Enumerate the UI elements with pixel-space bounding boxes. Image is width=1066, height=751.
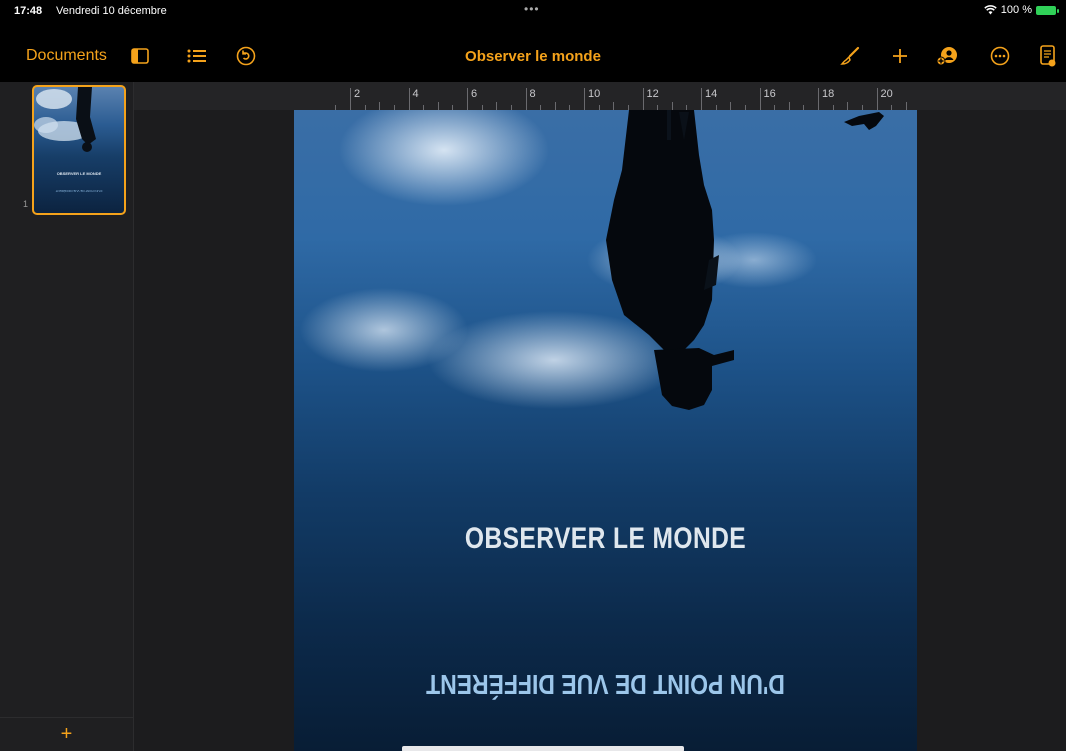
undo-icon bbox=[236, 46, 256, 66]
page-title[interactable]: OBSERVER LE MONDE bbox=[350, 522, 861, 556]
document-canvas: OBSERVER LE MONDE D'UN POINT DE VUE DIFF… bbox=[134, 110, 1066, 751]
toolbar: Observer le monde Documents bbox=[0, 30, 1066, 82]
ruler-tick bbox=[584, 88, 585, 110]
ruler-tick bbox=[467, 88, 468, 110]
ruler-tick bbox=[525, 88, 527, 110]
ruler-tick bbox=[788, 102, 790, 110]
ruler-tick bbox=[642, 88, 644, 110]
thumbnail-title: OBSERVER LE MONDE bbox=[56, 171, 102, 176]
ruler-tick bbox=[379, 102, 381, 110]
ruler-label: 18 bbox=[822, 88, 835, 100]
ruler-tick bbox=[730, 102, 732, 110]
page-number: 1 bbox=[23, 199, 29, 209]
more-button[interactable] bbox=[985, 30, 1015, 82]
ruler-label: 14 bbox=[705, 88, 718, 100]
ruler-tick bbox=[759, 88, 761, 110]
documents-button[interactable]: Documents bbox=[26, 30, 107, 82]
multitasking-dots[interactable]: ••• bbox=[524, 2, 540, 16]
list-icon bbox=[187, 49, 206, 63]
ruler-tick bbox=[408, 88, 410, 110]
ruler-label: 8 bbox=[529, 88, 536, 100]
battery-percent: 100 % bbox=[1000, 4, 1032, 16]
ruler-tick bbox=[876, 88, 878, 110]
add-page-button[interactable]: + bbox=[0, 717, 133, 751]
page-subtitle-mirrored[interactable]: D'UN POINT DE VUE DIFFÉRENT bbox=[350, 668, 861, 700]
document-setup-button[interactable] bbox=[1033, 30, 1063, 82]
document-title[interactable]: Observer le monde bbox=[465, 48, 601, 65]
ruler-tick bbox=[350, 88, 351, 110]
ruler-tick bbox=[905, 102, 907, 110]
ruler-label: 2 bbox=[354, 88, 361, 100]
format-button[interactable] bbox=[835, 30, 865, 82]
ruler-label: 16 bbox=[763, 88, 776, 100]
sidebar-icon bbox=[131, 48, 149, 64]
ruler-tick bbox=[437, 102, 439, 110]
wifi-icon bbox=[984, 5, 997, 15]
page-thumbnail[interactable]: OBSERVER LE MONDE D'UN POINT DE VUE DIFF… bbox=[32, 85, 126, 215]
ruler-label: 10 bbox=[588, 88, 601, 100]
ruler-tick bbox=[847, 102, 849, 110]
paintbrush-icon bbox=[840, 46, 860, 65]
outline-button[interactable] bbox=[182, 30, 212, 82]
page-thumbnails-sidebar: OBSERVER LE MONDE D'UN POINT DE VUE DIFF… bbox=[0, 82, 134, 751]
status-bar: 17:48 Vendredi 10 décembre ••• 100 % bbox=[0, 0, 1066, 30]
insert-button[interactable] bbox=[885, 30, 915, 82]
ruler-tick bbox=[613, 102, 615, 110]
horizontal-ruler[interactable]: 2 4 6 8 10 12 14 16 18 20 bbox=[134, 82, 1066, 111]
home-indicator bbox=[402, 746, 684, 751]
ruler-tick bbox=[818, 88, 819, 110]
status-date: Vendredi 10 décembre bbox=[56, 5, 167, 17]
document-page[interactable]: OBSERVER LE MONDE D'UN POINT DE VUE DIFF… bbox=[294, 110, 917, 751]
ruler-label: 12 bbox=[646, 88, 659, 100]
reflected-person-image bbox=[606, 110, 884, 410]
ruler-tick bbox=[554, 102, 556, 110]
ruler-tick bbox=[671, 102, 673, 110]
document-icon bbox=[1040, 45, 1056, 67]
status-right: 100 % bbox=[984, 4, 1059, 16]
ruler-tick bbox=[701, 88, 702, 110]
more-icon bbox=[990, 46, 1010, 66]
ruler-tick bbox=[496, 102, 498, 110]
sidebar-toggle-button[interactable] bbox=[125, 30, 155, 82]
ruler-label: 4 bbox=[412, 88, 419, 100]
collaborate-icon bbox=[937, 47, 957, 66]
ruler-label: 20 bbox=[880, 88, 893, 100]
thumbnail-subtitle: D'UN POINT DE VUE DIFFÉRENT bbox=[55, 189, 103, 193]
thumbnail-person-image bbox=[34, 87, 96, 152]
status-time: 17:48 bbox=[14, 5, 43, 17]
plus-icon bbox=[893, 49, 907, 63]
collaborate-button[interactable] bbox=[933, 30, 963, 82]
undo-button[interactable] bbox=[231, 30, 261, 82]
battery-icon bbox=[1036, 5, 1059, 15]
ruler-label: 6 bbox=[471, 88, 478, 100]
